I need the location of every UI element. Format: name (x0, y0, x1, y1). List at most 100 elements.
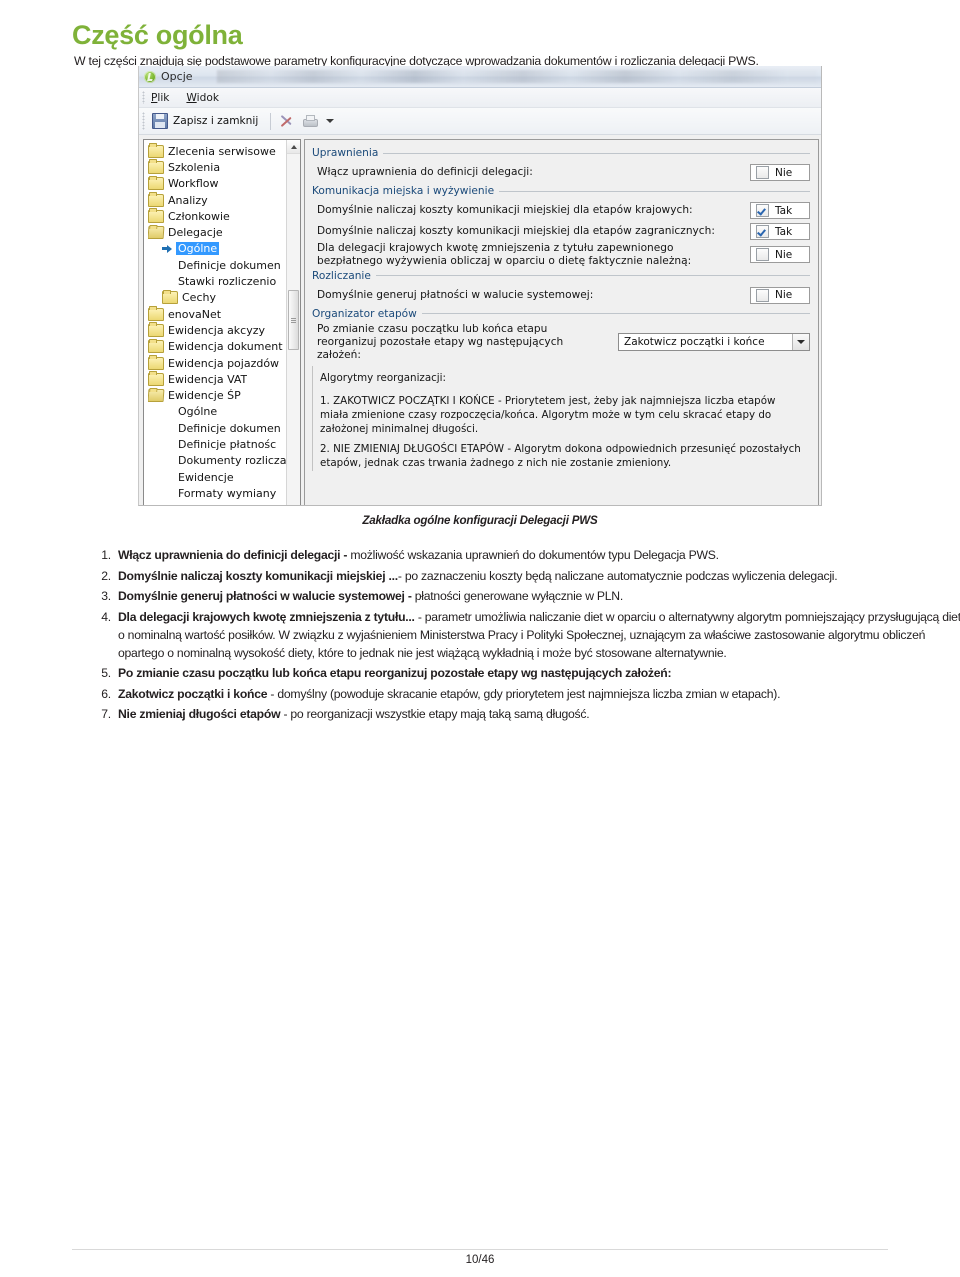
checkbox-unchecked-icon (756, 288, 769, 302)
tree-item-label: Formaty wymiany (178, 486, 277, 500)
save-icon (152, 113, 168, 129)
tree-item-ogolne-selected[interactable]: Ogólne (148, 241, 294, 257)
group-label: Komunikacja miejska i wyżywienie (312, 185, 495, 197)
field-wlacz-uprawnienia: Włącz uprawnienia do definicji delegacji… (312, 162, 810, 183)
menu-item-plik[interactable]: Plik (151, 92, 169, 104)
menu-item-widok[interactable]: Widok (186, 92, 219, 104)
tree-item-label: Definicje płatnośc (178, 437, 277, 451)
tree-item-workflow[interactable]: Workflow (148, 175, 294, 192)
scrollbar-thumb[interactable] (288, 290, 299, 350)
tree-item-label: Ewidencja pojazdów (168, 356, 280, 370)
tree-item-sp-formaty-wymiany[interactable]: Formaty wymiany (148, 485, 294, 501)
checkbox-unchecked-icon (756, 248, 769, 262)
algorithms-description-box: Algorytmy reorganizacji: 1. ZAKOTWICZ PO… (312, 365, 810, 471)
note-bold: Dla delegacji krajowych kwotę zmniejszen… (118, 609, 415, 624)
dropdown-algorytm-reorganizacji[interactable]: Zakotwicz początki i końce (618, 333, 810, 352)
checkbox-checked-icon (756, 225, 769, 238)
current-item-arrow-icon (162, 244, 174, 254)
folder-icon (148, 192, 164, 207)
tree-item-label: Ewidencje (178, 470, 234, 484)
save-and-close-button[interactable]: Zapisz i zamknij (150, 112, 260, 130)
tree-item-label: Ewidencje ŚP (168, 389, 241, 403)
footer-divider (72, 1249, 888, 1250)
save-and-close-label: Zapisz i zamknij (173, 115, 259, 127)
list-item: Nie zmieniaj długości etapów - po reorga… (114, 705, 960, 723)
tree-item-czlonkowie[interactable]: Członkowie (148, 208, 294, 224)
field-label: Domyślnie naliczaj koszty komunikacji mi… (317, 204, 693, 217)
tree-item-analizy[interactable]: Analizy (148, 192, 294, 208)
tree-item-label: Definicje dokumen (178, 421, 281, 435)
tree-item-ewidencja-akcyzy[interactable]: Ewidencja akcyzy (148, 322, 294, 338)
tree-item-sp-ogolne[interactable]: Ogólne (148, 404, 294, 420)
tree-item-sp-definicje-dokumentow[interactable]: Definicje dokumen (148, 420, 294, 436)
list-item: Domyślnie generuj płatności w walucie sy… (114, 587, 960, 605)
field-kwota-zmniejszenia: Dla delegacji krajowych kwotę zmniejszen… (312, 242, 810, 268)
checkbox-unchecked-icon (756, 166, 769, 179)
print-icon[interactable] (302, 114, 319, 128)
note-bold: Nie zmieniaj długości etapów (118, 707, 281, 722)
tree-item-label: Ogólne (178, 405, 218, 419)
tree-item-sp-ewidencje[interactable]: Ewidencje (148, 469, 294, 485)
tree-item-zlecenia-serwisowe[interactable]: Zlecenia serwisowe (148, 143, 294, 159)
checkbox-value-label: Nie (775, 248, 793, 261)
group-label: Uprawnienia (312, 147, 379, 159)
field-label: Domyślnie generuj płatności w walucie sy… (317, 288, 594, 301)
tree-item-enovanet[interactable]: enovaNet (148, 306, 294, 322)
checkbox-koszty-zagraniczne[interactable]: Tak (750, 223, 810, 240)
tree-scrollbar[interactable] (286, 140, 300, 505)
window-title: Opcje (161, 70, 193, 83)
list-item: Po zmianie czasu początku lub końca etap… (114, 664, 960, 682)
folder-open-icon (148, 389, 165, 403)
tree-item-ewidencja-pojazdow[interactable]: Ewidencja pojazdów (148, 355, 294, 371)
tree-item-label: Ogólne (176, 242, 220, 256)
tree-item-label: Szkolenia (168, 160, 221, 174)
tree-item-szkolenia[interactable]: Szkolenia (148, 159, 294, 175)
checkbox-value-label: Nie (775, 166, 793, 179)
chevron-down-icon[interactable] (792, 334, 809, 351)
tree-item-delegacje[interactable]: Delegacje (148, 224, 294, 240)
group-label: Organizator etapów (312, 307, 417, 320)
tree-item-ewidencja-dokumentow[interactable]: Ewidencja dokument (148, 338, 294, 355)
tree-item-definicje-dokumentow[interactable]: Definicje dokumen (148, 257, 294, 273)
tree-item-ewidencje-sp[interactable]: Ewidencje ŚP (148, 387, 294, 403)
algorithms-heading: Algorytmy reorganizacji: (320, 371, 446, 384)
tools-icon[interactable] (281, 114, 296, 128)
field-reorganizacja: Po zmianie czasu początku lub końca etap… (312, 323, 810, 362)
dropdown-caret-icon[interactable] (326, 119, 335, 123)
checkbox-kwota-zmniejszenia[interactable]: Nie (750, 246, 810, 264)
scroll-up-arrow-icon[interactable] (287, 140, 300, 154)
note-bold: Zakotwicz początki i końce (118, 686, 268, 701)
toolbar: Zapisz i zamknij (139, 108, 821, 135)
tree-item-label: Ewidencja akcyzy (168, 323, 266, 337)
group-title-komunikacja: Komunikacja miejska i wyżywienie (312, 185, 810, 197)
tree-item-label: enovaNet (168, 307, 222, 321)
checkbox-platnosci-waluta[interactable]: Nie (750, 286, 810, 304)
checkbox-wlacz-uprawnienia[interactable]: Nie (750, 164, 810, 181)
tree-item-label: Ewidencja dokument (168, 340, 283, 354)
checkbox-koszty-krajowe[interactable]: Tak (750, 202, 810, 219)
field-platnosci-waluta: Domyślnie generuj płatności w walucie sy… (312, 285, 810, 306)
menu-label-widok-rest: idok (196, 91, 219, 104)
tree-item-label: Ewidencja VAT (168, 372, 248, 386)
tree-item-label: Dokumenty rozlicza (178, 454, 287, 468)
menu-accel-w: W (186, 91, 197, 104)
group-divider (499, 190, 810, 192)
list-item: Domyślnie naliczaj koszty komunikacji mi… (114, 567, 960, 585)
navigation-tree-pane[interactable]: Zlecenia serwisowe Szkolenia Workflow An… (143, 139, 301, 505)
list-item: Dla delegacji krajowych kwotę zmniejszen… (114, 608, 960, 662)
tree-item-label: Zlecenia serwisowe (168, 144, 276, 158)
tree-item-sp-dokumenty-rozliczajace[interactable]: Dokumenty rozlicza (148, 453, 294, 469)
tree-item-ewidencja-vat[interactable]: Ewidencja VAT (148, 371, 294, 387)
note-bold: Domyślnie naliczaj koszty komunikacji mi… (118, 568, 398, 583)
tree-item-label: Cechy (182, 291, 216, 305)
tree-item-sp-definicje-platnosci[interactable]: Definicje płatnośc (148, 436, 294, 452)
folder-icon (148, 371, 164, 386)
tree-item-cechy[interactable]: Cechy (148, 289, 294, 306)
group-rozliczanie: Rozliczanie Domyślnie generuj płatności … (312, 270, 810, 306)
tree-item-label: Workflow (168, 177, 219, 191)
tree-item-stawki-rozliczeniowe[interactable]: Stawki rozliczenio (148, 273, 294, 289)
note-bold: Po zmianie czasu początku lub końca etap… (118, 666, 672, 681)
window-body: Zlecenia serwisowe Szkolenia Workflow An… (139, 135, 821, 505)
note-rest: - po zaznaczeniu koszty będą naliczane a… (397, 568, 838, 583)
page-number: 10/46 (465, 1254, 495, 1266)
